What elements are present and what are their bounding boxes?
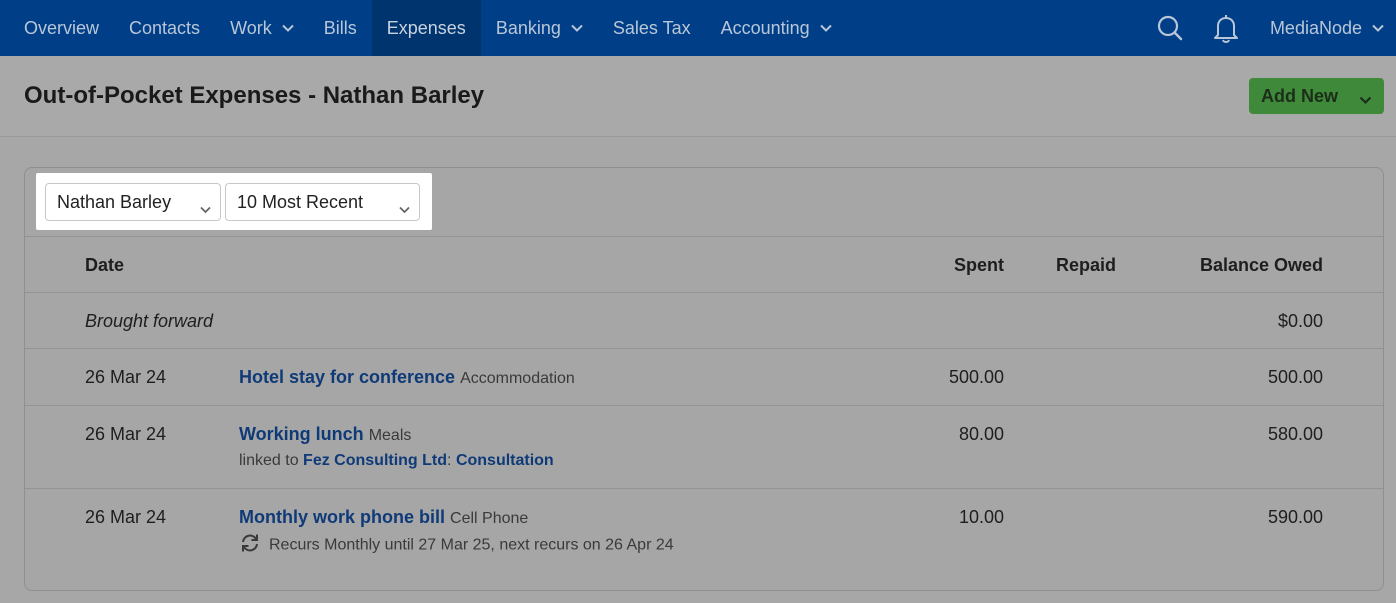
col-header-repaid[interactable]: Repaid — [1016, 255, 1116, 276]
chevron-down-icon — [819, 24, 832, 32]
top-nav: Overview Contacts Work Bills Expenses Ba… — [0, 0, 1396, 56]
col-header-balance[interactable]: Balance Owed — [1143, 255, 1323, 276]
recurring-icon — [239, 533, 261, 558]
row-spent: 10.00 — [958, 507, 1004, 527]
row-balance: 580.00 — [1267, 424, 1323, 444]
nav-accounting-label: Accounting — [720, 17, 810, 38]
expense-category: Meals — [368, 427, 412, 444]
add-new-label: Add New — [1261, 85, 1339, 106]
row-date: 26 Mar 24 — [85, 367, 167, 387]
col-header-date[interactable]: Date — [85, 255, 124, 276]
nav-banking-label: Banking — [495, 17, 561, 38]
bell-icon[interactable] — [1198, 0, 1254, 56]
row-description: Hotel stay for conference Accommodation — [239, 367, 575, 388]
expense-category: Cell Phone — [450, 510, 529, 527]
nav-banking[interactable]: Banking — [481, 0, 598, 56]
expense-category: Accommodation — [460, 370, 575, 387]
divider — [25, 348, 1383, 349]
account-menu[interactable]: MediaNode — [1254, 18, 1396, 39]
expense-link[interactable]: Monthly work phone bill — [239, 507, 445, 527]
person-select-value: Nathan Barley — [57, 191, 172, 212]
row-date: 26 Mar 24 — [85, 507, 167, 527]
nav-right-group: MediaNode — [1142, 0, 1396, 56]
nav-overview-label: Overview — [24, 17, 100, 38]
nav-bills-label: Bills — [323, 17, 357, 38]
row-balance: 590.00 — [1267, 507, 1323, 527]
col-header-spent[interactable]: Spent — [904, 255, 1004, 276]
linked-info: linked to Fez Consulting Ltd: Consultati… — [239, 452, 554, 470]
row-balance: 500.00 — [1267, 367, 1323, 387]
nav-sales-tax-label: Sales Tax — [612, 17, 691, 38]
nav-sales-tax[interactable]: Sales Tax — [598, 0, 706, 56]
chevron-down-icon — [1372, 24, 1384, 32]
person-select[interactable]: Nathan Barley — [45, 183, 221, 221]
nav-expenses-label: Expenses — [386, 17, 466, 38]
nav-work-label: Work — [230, 17, 272, 38]
nav-overview[interactable]: Overview — [0, 0, 114, 56]
chevron-down-icon — [282, 24, 294, 32]
search-icon[interactable] — [1142, 0, 1198, 56]
range-select[interactable]: 10 Most Recent — [225, 183, 420, 221]
chevron-down-icon — [399, 198, 410, 219]
divider — [25, 405, 1383, 406]
row-date: 26 Mar 24 — [85, 424, 167, 444]
linked-separator: : — [447, 452, 452, 469]
linked-contact-link[interactable]: Fez Consulting Ltd — [303, 452, 447, 469]
row-description: Monthly work phone bill Cell Phone — [239, 507, 528, 528]
row-description: Working lunch Meals — [239, 424, 411, 445]
chevron-down-icon — [571, 24, 583, 32]
nav-contacts-label: Contacts — [129, 17, 201, 38]
chevron-down-icon — [1359, 89, 1372, 110]
nav-bills[interactable]: Bills — [309, 0, 372, 56]
page-header: Out-of-Pocket Expenses - Nathan Barley A… — [0, 56, 1396, 137]
brought-forward-balance: $0.00 — [1277, 311, 1323, 331]
recur-text: Recurs Monthly until 27 Mar 25, next rec… — [269, 536, 674, 554]
divider — [25, 488, 1383, 489]
page-title: Out-of-Pocket Expenses - Nathan Barley — [24, 82, 485, 109]
nav-accounting[interactable]: Accounting — [706, 0, 847, 56]
divider — [25, 236, 1383, 237]
linked-prefix: linked to — [239, 452, 299, 469]
recur-info: Recurs Monthly until 27 Mar 25, next rec… — [239, 533, 674, 558]
linked-project-link[interactable]: Consultation — [456, 452, 554, 469]
nav-work[interactable]: Work — [215, 0, 309, 56]
row-spent: 500.00 — [948, 367, 1004, 387]
nav-expenses[interactable]: Expenses — [371, 0, 481, 56]
chevron-down-icon — [200, 198, 211, 219]
divider — [25, 292, 1383, 293]
expense-link[interactable]: Working lunch — [239, 424, 364, 444]
row-spent: 80.00 — [958, 424, 1004, 444]
nav-contacts[interactable]: Contacts — [114, 0, 215, 56]
range-select-value: 10 Most Recent — [237, 191, 364, 212]
add-new-button[interactable]: Add New — [1249, 78, 1384, 114]
account-label: MediaNode — [1269, 17, 1362, 38]
brought-forward-label: Brought forward — [85, 311, 214, 331]
expense-link[interactable]: Hotel stay for conference — [239, 367, 455, 387]
